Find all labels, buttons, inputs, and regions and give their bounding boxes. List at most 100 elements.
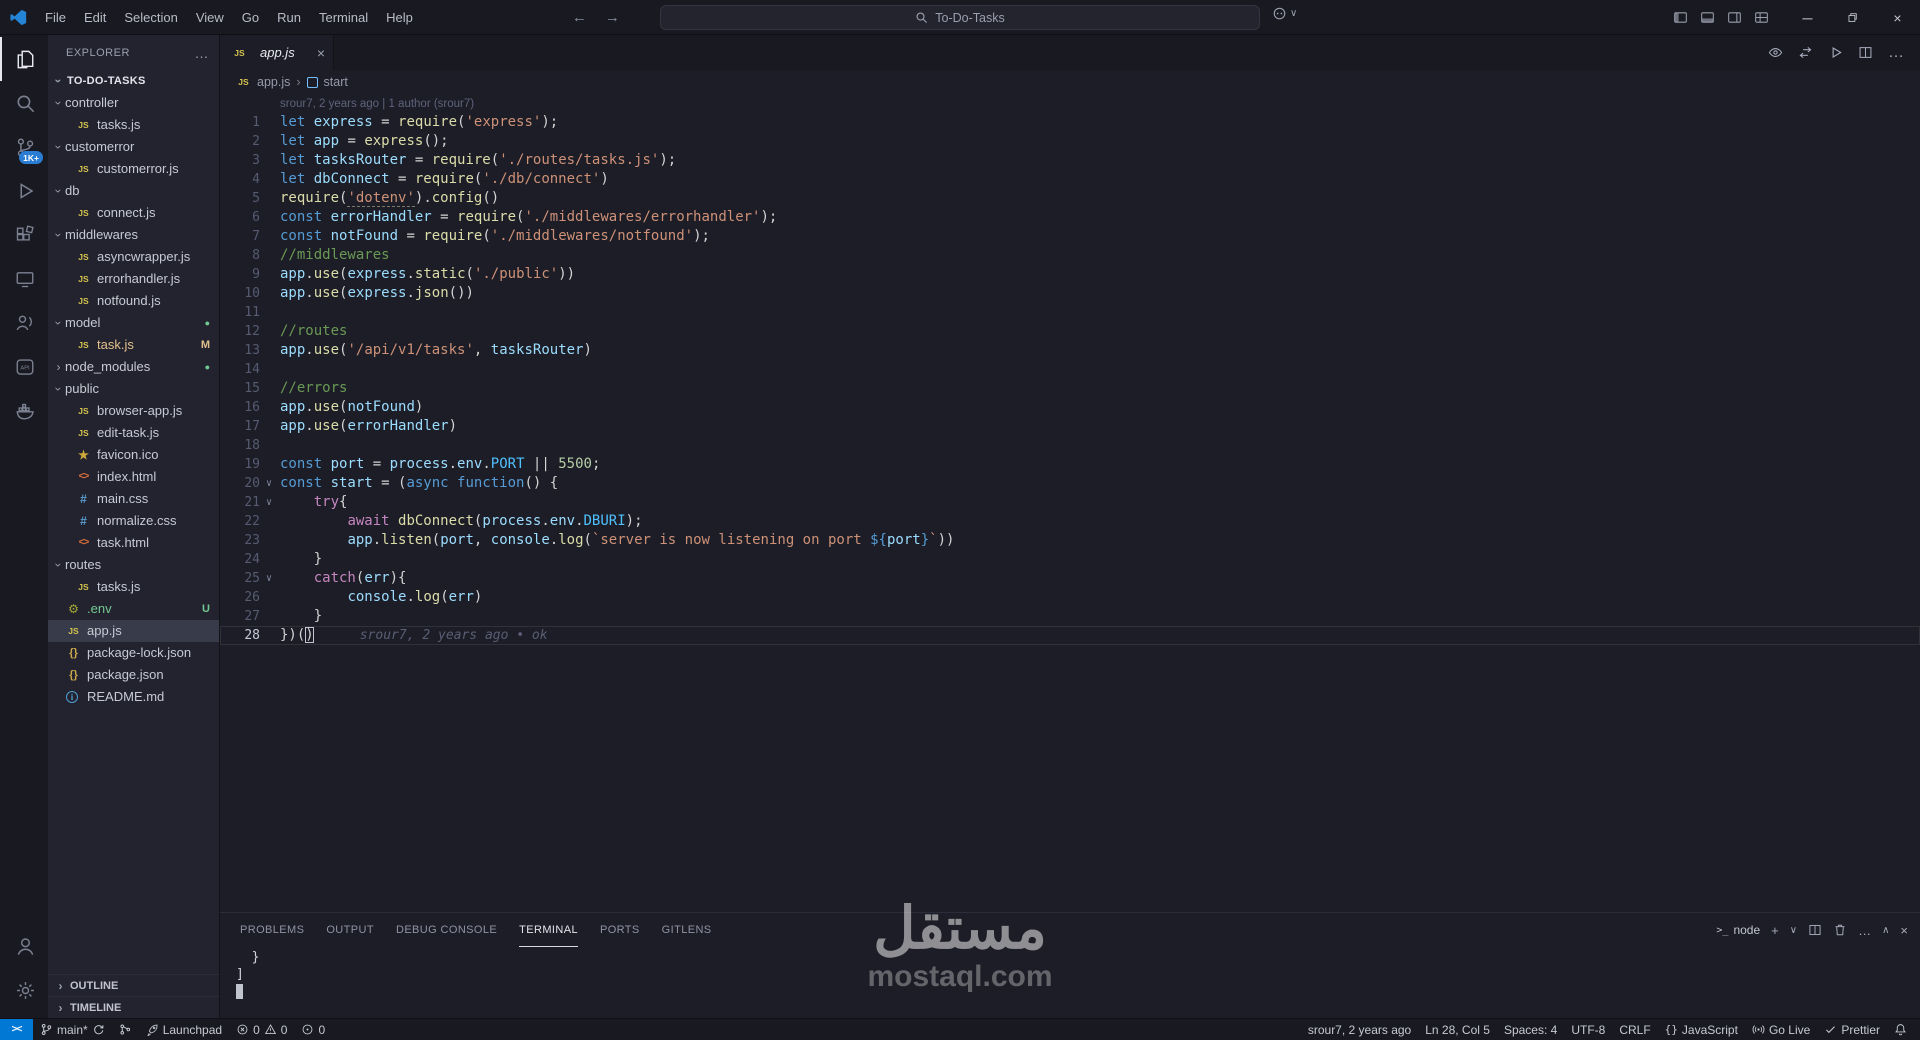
tree-item-app.js[interactable]: JS app.js	[48, 620, 219, 642]
tree-item-customerror.js[interactable]: JS customerror.js	[48, 158, 219, 180]
go-live-button[interactable]: Go Live	[1745, 1019, 1817, 1040]
activitybar-explorer[interactable]	[0, 37, 48, 81]
panel-more-icon[interactable]: …	[1858, 923, 1871, 938]
fold-chevron-icon[interactable]: ∨	[260, 474, 278, 493]
toggle-sidebar-icon[interactable]	[1673, 10, 1688, 25]
maximize-panel-icon[interactable]: ∧	[1882, 925, 1889, 936]
tree-item-controller[interactable]: › controller	[48, 92, 219, 114]
code-line-13[interactable]: 13 app.use('/api/v1/tasks', tasksRouter)	[220, 341, 1920, 360]
tab-app-js[interactable]: JS app.js ×	[220, 35, 334, 70]
git-branch-item[interactable]: main*	[33, 1019, 112, 1040]
explorer-more-actions-icon[interactable]: …	[195, 45, 210, 61]
workspace-root-row[interactable]: › TO-DO-TASKS	[48, 70, 219, 92]
code-line-10[interactable]: 10 app.use(express.json())	[220, 284, 1920, 303]
code-line-28[interactable]: 28})() srour7, 2 years ago • ok	[220, 626, 1920, 645]
panel-tab-output[interactable]: OUTPUT	[326, 913, 374, 947]
encoding-status[interactable]: UTF-8	[1564, 1019, 1612, 1040]
prettier-status[interactable]: Prettier	[1817, 1019, 1887, 1040]
tree-item-package.json[interactable]: {} package.json	[48, 664, 219, 686]
more-actions-icon[interactable]: …	[1888, 44, 1904, 62]
remote-indicator[interactable]: ><	[0, 1018, 33, 1040]
tree-item-normalize.css[interactable]: # normalize.css	[48, 510, 219, 532]
indentation-status[interactable]: Spaces: 4	[1497, 1019, 1564, 1040]
terminal-output[interactable]: }]	[220, 947, 1920, 1018]
sync-icon[interactable]	[92, 1023, 105, 1036]
code-line-6[interactable]: 6 const errorHandler = require('./middlew…	[220, 208, 1920, 227]
tree-item-customerror[interactable]: › customerror	[48, 136, 219, 158]
terminal-dropdown-icon[interactable]: ∨	[1790, 925, 1797, 936]
code-line-8[interactable]: 8 //middlewares	[220, 246, 1920, 265]
menu-help[interactable]: Help	[377, 0, 422, 35]
menu-edit[interactable]: Edit	[75, 0, 115, 35]
nav-back-icon[interactable]: ←	[572, 9, 587, 26]
tree-item-README.md[interactable]: i README.md	[48, 686, 219, 708]
menu-terminal[interactable]: Terminal	[310, 0, 377, 35]
tree-item-tasks.js[interactable]: JS tasks.js	[48, 576, 219, 598]
code-line-9[interactable]: 9 app.use(express.static('./public'))	[220, 265, 1920, 284]
tree-item-index.html[interactable]: <> index.html	[48, 466, 219, 488]
activitybar-thunder-client[interactable]: API	[0, 345, 48, 389]
terminal-profile[interactable]: >_ node	[1716, 923, 1760, 937]
problems-item[interactable]: 0 0	[229, 1019, 294, 1040]
fold-chevron-icon[interactable]: ∨	[260, 569, 278, 588]
tree-item-routes[interactable]: › routes	[48, 554, 219, 576]
close-panel-icon[interactable]: ×	[1900, 923, 1908, 938]
code-line-19[interactable]: 19 const port = process.env.PORT || 5500;	[220, 455, 1920, 474]
tree-item-package-lock.json[interactable]: {} package-lock.json	[48, 642, 219, 664]
code-line-17[interactable]: 17 app.use(errorHandler)	[220, 417, 1920, 436]
menu-go[interactable]: Go	[233, 0, 268, 35]
nav-forward-icon[interactable]: →	[605, 9, 620, 26]
accounts-button[interactable]	[0, 924, 48, 968]
panel-tab-ports[interactable]: PORTS	[600, 913, 640, 947]
close-tab-icon[interactable]: ×	[317, 45, 325, 61]
code-line-3[interactable]: 3 let tasksRouter = require('./routes/tas…	[220, 151, 1920, 170]
tree-item-task.js[interactable]: JS task.js M	[48, 334, 219, 356]
code-line-7[interactable]: 7 const notFound = require('./middlewares…	[220, 227, 1920, 246]
panel-tab-terminal[interactable]: TERMINAL	[519, 913, 578, 947]
timeline-section[interactable]: › TIMELINE	[48, 996, 219, 1018]
settings-button[interactable]	[0, 968, 48, 1012]
cursor-position[interactable]: Ln 28, Col 5	[1418, 1019, 1497, 1040]
launchpad-item[interactable]: Launchpad	[139, 1019, 229, 1040]
tree-item-errorhandler.js[interactable]: JS errorhandler.js	[48, 268, 219, 290]
code-line-21[interactable]: 21 ∨ try{	[220, 493, 1920, 512]
panel-tab-problems[interactable]: PROBLEMS	[240, 913, 304, 947]
breadcrumb-file[interactable]: app.js	[257, 75, 290, 89]
tree-item-model[interactable]: › model ●	[48, 312, 219, 334]
code-line-5[interactable]: 5 require('dotenv').config()	[220, 189, 1920, 208]
tree-item-.env[interactable]: ⚙ .env U	[48, 598, 219, 620]
tree-item-task.html[interactable]: <> task.html	[48, 532, 219, 554]
code-line-22[interactable]: 22 await dbConnect(process.env.DBURI);	[220, 512, 1920, 531]
language-status[interactable]: {} JavaScript	[1658, 1019, 1745, 1040]
tree-item-favicon.ico[interactable]: ★ favicon.ico	[48, 444, 219, 466]
code-line-12[interactable]: 12 //routes	[220, 322, 1920, 341]
toggle-panel-icon[interactable]	[1700, 10, 1715, 25]
code-line-1[interactable]: 1 let express = require('express');	[220, 113, 1920, 132]
tree-item-asyncwrapper.js[interactable]: JS asyncwrapper.js	[48, 246, 219, 268]
fold-chevron-icon[interactable]: ∨	[260, 493, 278, 512]
code-line-20[interactable]: 20 ∨ const start = (async function() {	[220, 474, 1920, 493]
codelens-authors[interactable]: srour7, 2 years ago | 1 author (srour7)	[220, 96, 1920, 113]
tree-item-tasks.js[interactable]: JS tasks.js	[48, 114, 219, 136]
restore-button[interactable]	[1830, 0, 1875, 35]
code-line-4[interactable]: 4 let dbConnect = require('./db/connect')	[220, 170, 1920, 189]
menu-file[interactable]: File	[36, 0, 75, 35]
code-line-2[interactable]: 2 let app = express();	[220, 132, 1920, 151]
split-editor-icon[interactable]	[1858, 45, 1873, 60]
misc-counter-item[interactable]: 0	[294, 1019, 332, 1040]
eol-status[interactable]: CRLF	[1612, 1019, 1657, 1040]
split-terminal-icon[interactable]	[1808, 923, 1822, 937]
activitybar-run-debug[interactable]	[0, 169, 48, 213]
code-line-23[interactable]: 23 app.listen(port, console.log(`server …	[220, 531, 1920, 550]
tree-item-browser-app.js[interactable]: JS browser-app.js	[48, 400, 219, 422]
tree-item-notfound.js[interactable]: JS notfound.js	[48, 290, 219, 312]
menu-selection[interactable]: Selection	[115, 0, 186, 35]
toggle-secondary-sidebar-icon[interactable]	[1727, 10, 1742, 25]
commit-graph-item[interactable]	[112, 1019, 139, 1040]
tree-item-db[interactable]: › db	[48, 180, 219, 202]
code-line-25[interactable]: 25 ∨ catch(err){	[220, 569, 1920, 588]
toggle-blame-icon[interactable]	[1768, 45, 1783, 60]
code-line-15[interactable]: 15 //errors	[220, 379, 1920, 398]
new-terminal-icon[interactable]: +	[1771, 923, 1779, 938]
menu-run[interactable]: Run	[268, 0, 310, 35]
